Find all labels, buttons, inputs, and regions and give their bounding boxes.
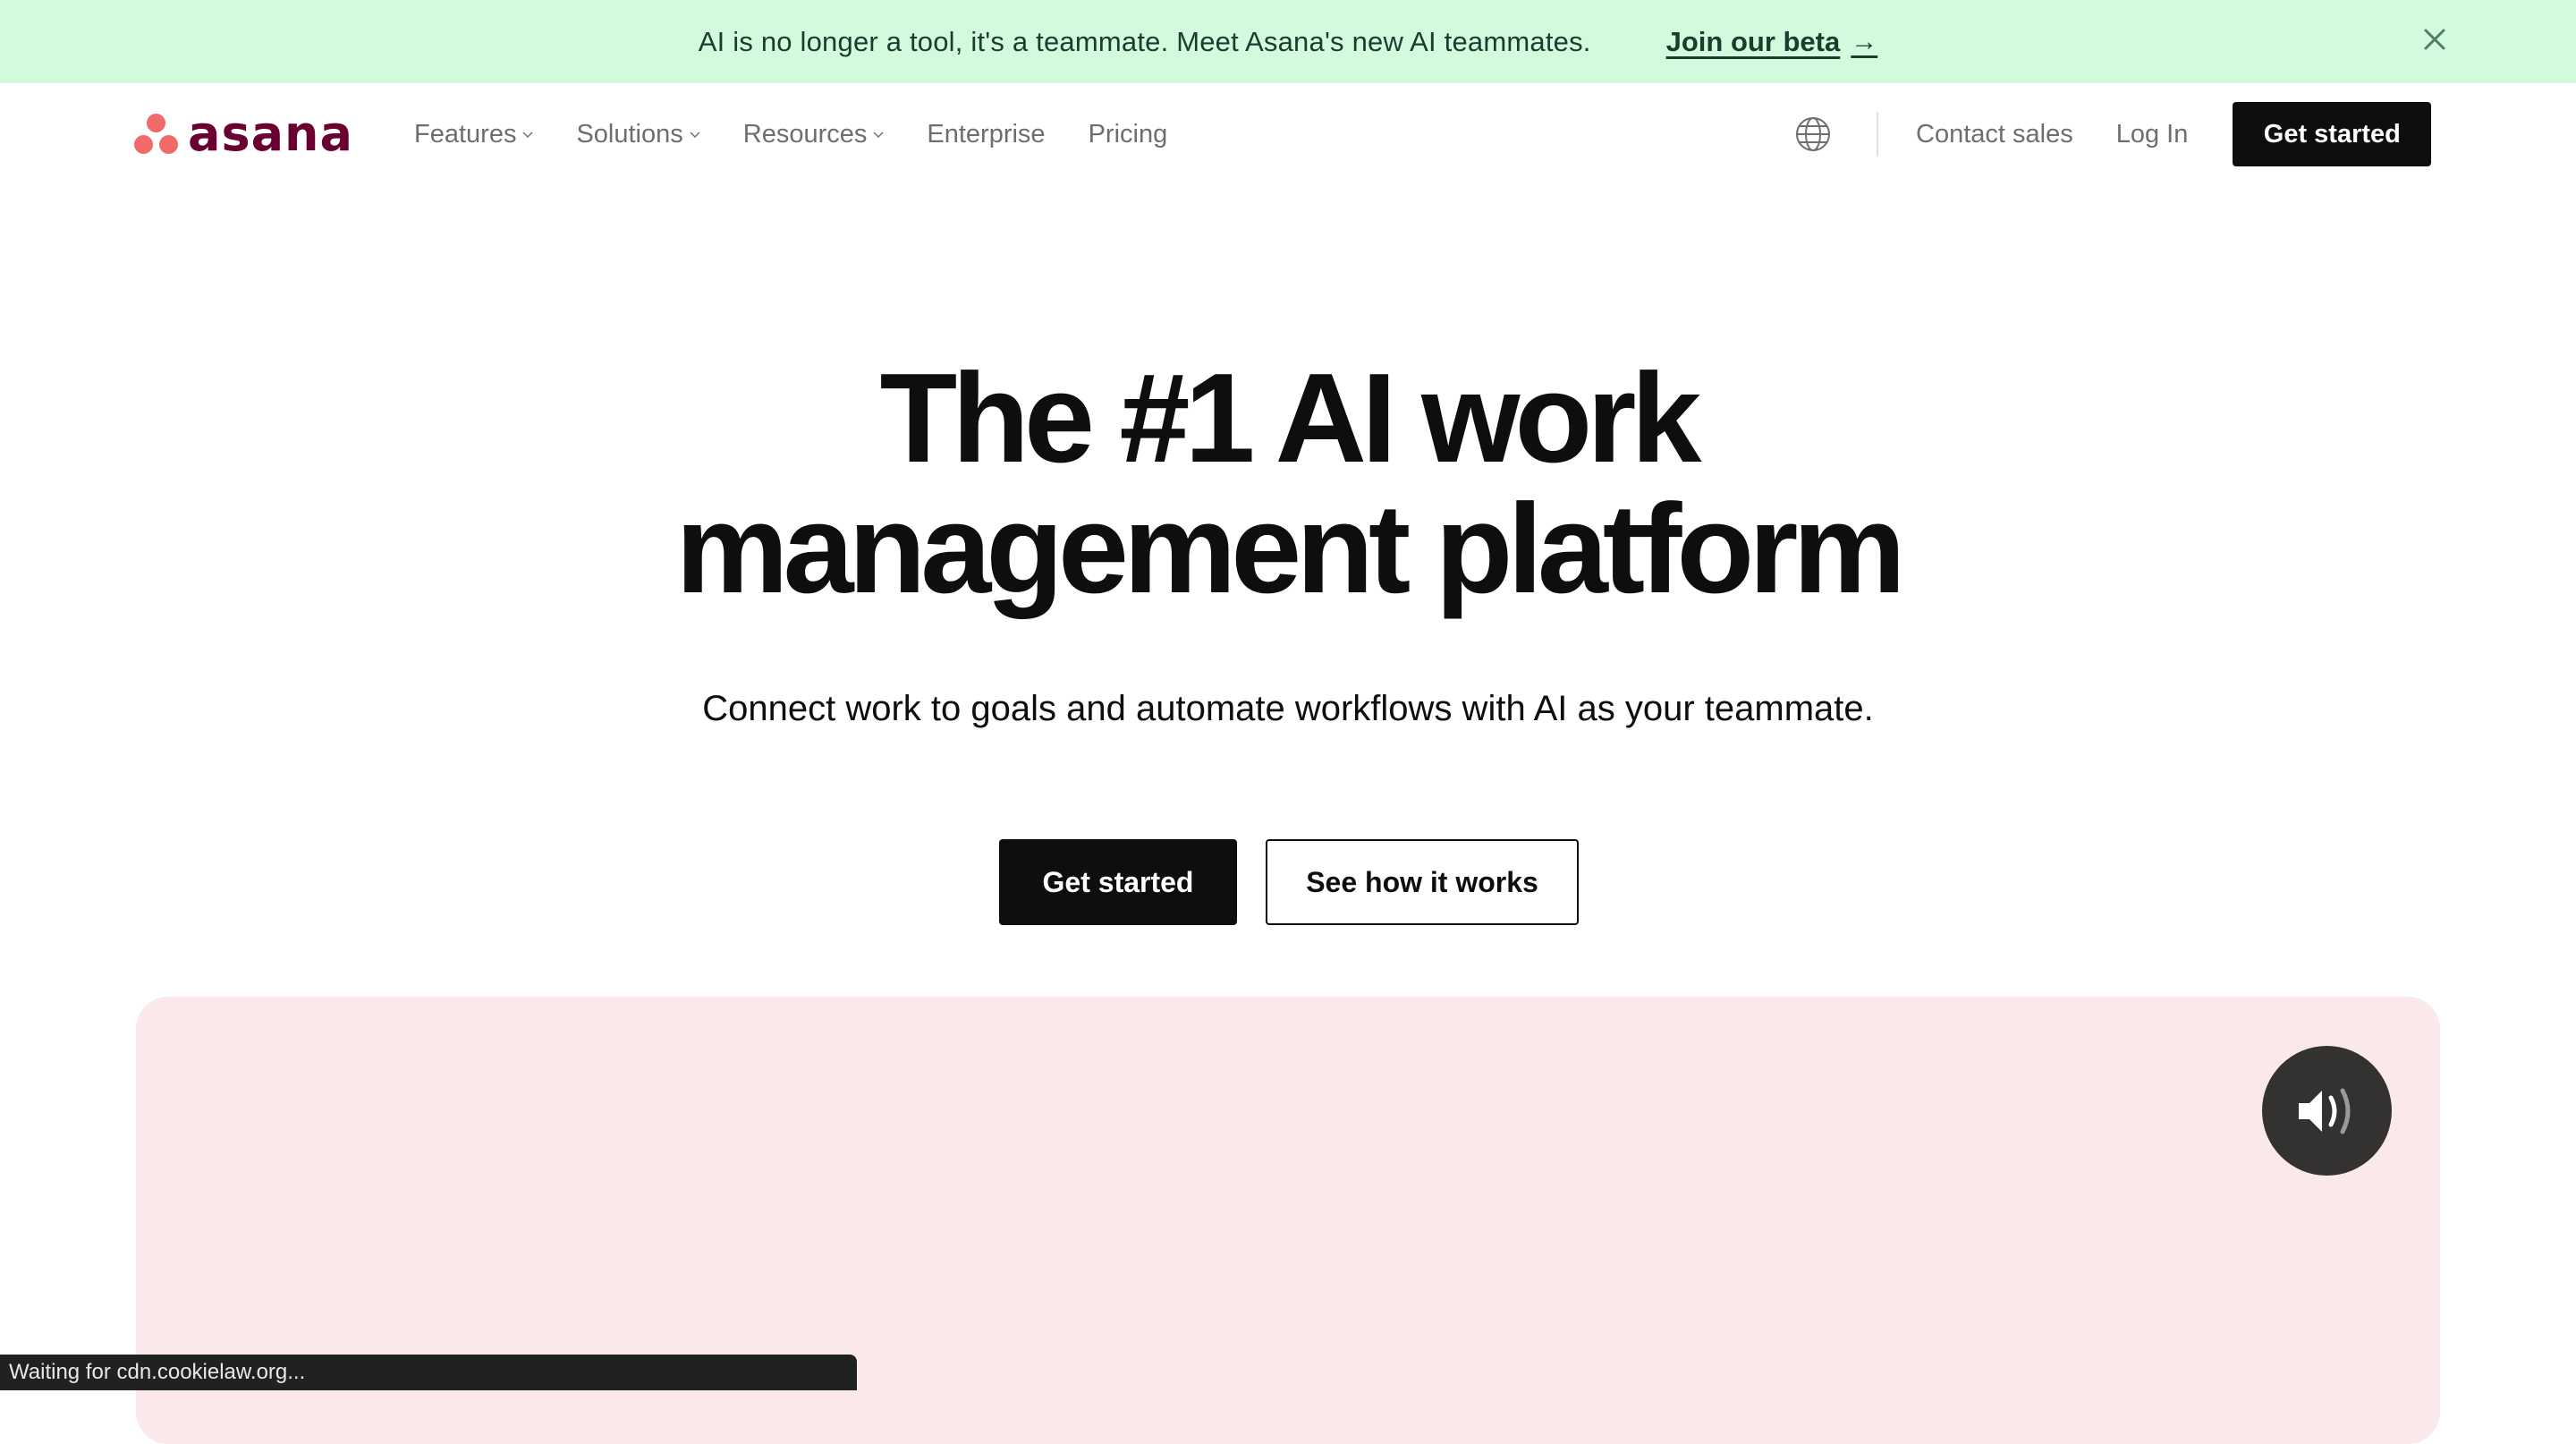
nav-label: Resources (742, 119, 868, 149)
announcement-banner: AI is no longer a tool, it's a teammate.… (0, 0, 2576, 83)
speaker-volume-icon (2298, 1088, 2350, 1134)
nav-item-enterprise[interactable]: Enterprise (927, 120, 1045, 149)
banner-message: AI is no longer a tool, it's a teammate.… (698, 25, 1591, 57)
nav-label: Solutions (576, 119, 683, 149)
banner-close-button[interactable] (2415, 20, 2454, 59)
nav-label: Enterprise (927, 119, 1046, 149)
asana-dots-icon (134, 114, 179, 155)
asana-logo[interactable]: asana (134, 106, 353, 162)
nav-actions: Contact sales Log In Get started (1794, 83, 2432, 185)
hero-title-line-1: The #1 AI work (879, 347, 1702, 489)
join-beta-link[interactable]: Join our beta → (1666, 26, 1878, 58)
join-beta-label: Join our beta (1665, 25, 1841, 57)
browser-status-bar: Waiting for cdn.cookielaw.org... (0, 1355, 857, 1390)
hero-get-started-button[interactable]: Get started (999, 839, 1237, 925)
arrow-right-icon: → (1851, 26, 1878, 56)
see-how-it-works-button[interactable]: See how it works (1266, 839, 1579, 925)
nav-item-solutions[interactable]: Solutions (576, 119, 700, 149)
chevron-down-icon (690, 132, 700, 139)
top-navigation: asana Features Solutions Resources Enter… (0, 83, 2576, 185)
nav-item-pricing[interactable]: Pricing (1089, 120, 1168, 149)
close-icon (2424, 29, 2445, 50)
nav-divider (1877, 112, 1878, 157)
nav-label: Pricing (1088, 119, 1168, 149)
sound-toggle-button[interactable] (2262, 1046, 2392, 1176)
nav-item-resources[interactable]: Resources (743, 120, 885, 149)
primary-nav: Features Solutions Resources Enterprise … (414, 83, 1210, 185)
chevron-down-icon (873, 132, 884, 139)
log-in-link[interactable]: Log In (2116, 120, 2189, 149)
globe-icon[interactable] (1794, 115, 1832, 153)
nav-get-started-button[interactable]: Get started (2233, 102, 2432, 166)
contact-sales-link[interactable]: Contact sales (1916, 120, 2073, 149)
hero-title: The #1 AI work management platform (0, 353, 2576, 615)
hero-actions: Get started See how it works (999, 839, 1579, 925)
chevron-down-icon (522, 132, 533, 139)
logo-wordmark: asana (188, 106, 353, 162)
hero-subtitle: Connect work to goals and automate workf… (702, 689, 1874, 728)
nav-item-features[interactable]: Features (414, 120, 533, 149)
nav-label: Features (414, 119, 517, 149)
hero-title-line-2: management platform (675, 478, 1905, 620)
